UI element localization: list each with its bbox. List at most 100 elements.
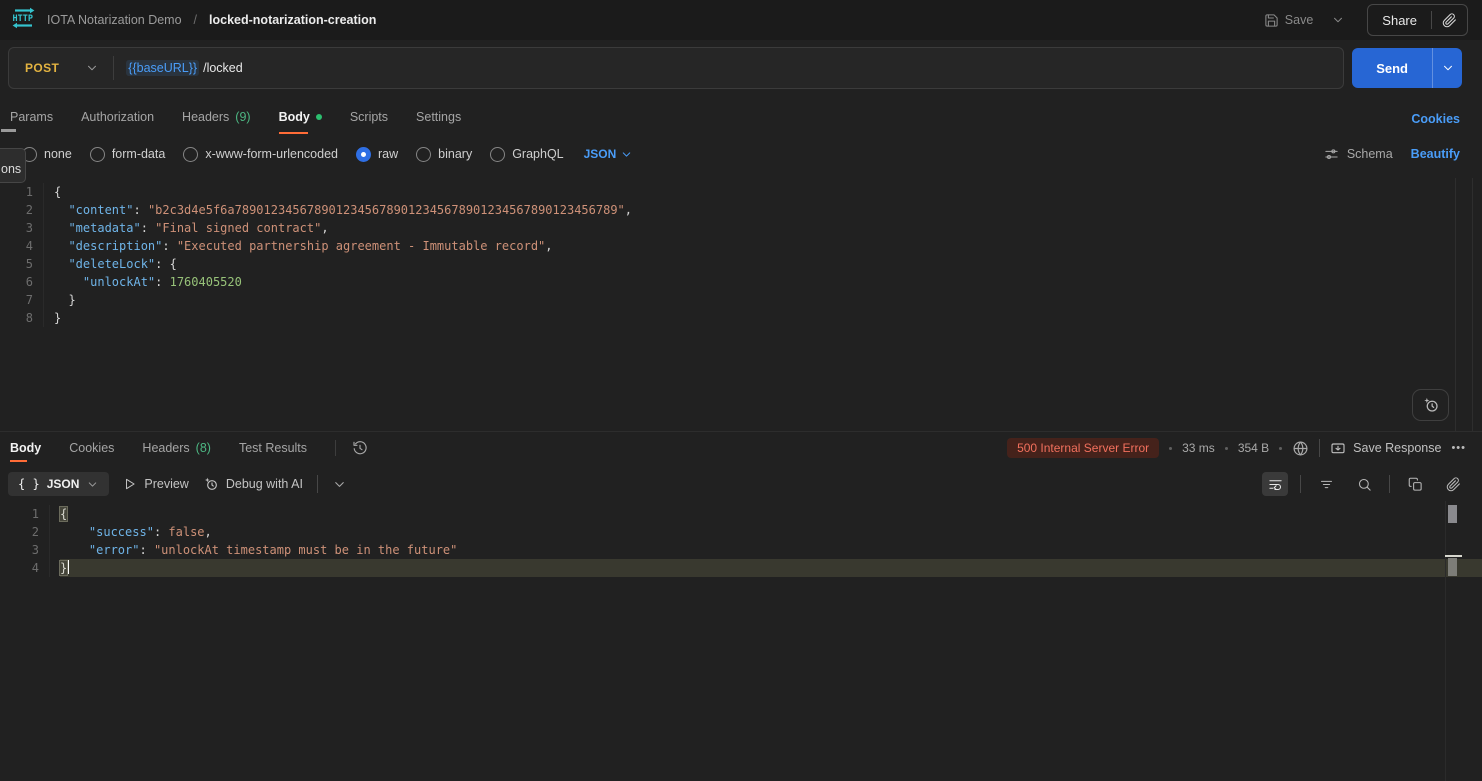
line-number: 3 <box>0 219 44 237</box>
code-line[interactable]: 2 "content": "b2c3d4e5f6a789012345678901… <box>0 201 1482 219</box>
method-url-divider <box>113 56 114 80</box>
response-tab-body[interactable]: Body <box>10 432 41 464</box>
request-editor-scrollbar[interactable] <box>1455 178 1473 431</box>
breadcrumb-collection[interactable]: IOTA Notarization Demo <box>47 13 182 27</box>
code-line[interactable]: 3 "error": "unlockAt timestamp must be i… <box>0 541 1482 559</box>
copy-link-button[interactable] <box>1432 5 1467 35</box>
headers-count: (9) <box>235 110 250 124</box>
share-button-label: Share <box>1382 13 1417 28</box>
code-line[interactable]: 3 "metadata": "Final signed contract", <box>0 219 1482 237</box>
save-response-button[interactable]: Save Response <box>1330 440 1441 456</box>
request-editor-scroll-thumb[interactable] <box>1 129 16 132</box>
base-url-variable[interactable]: {{baseURL}} <box>126 60 199 76</box>
response-size[interactable]: 354 B <box>1238 441 1269 455</box>
body-type-radio-raw[interactable]: raw <box>356 147 398 162</box>
code-line[interactable]: 2 "success": false, <box>0 523 1482 541</box>
share-button[interactable]: Share <box>1368 5 1431 35</box>
cookies-link[interactable]: Cookies <box>1411 112 1460 126</box>
line-number: 8 <box>0 309 44 327</box>
tools-divider <box>1389 475 1390 493</box>
radio-icon <box>416 147 431 162</box>
code-line[interactable]: 4 "description": "Executed partnership a… <box>0 237 1482 255</box>
code-line[interactable]: 1{ <box>0 505 1482 523</box>
code-text: } <box>54 309 1482 327</box>
response-history-icon[interactable] <box>352 440 368 456</box>
response-view-chevron[interactable] <box>332 477 347 492</box>
line-number: 4 <box>0 237 44 255</box>
copy-response-button[interactable] <box>1402 472 1428 496</box>
tooltip-text-fragment: ons <box>1 162 21 176</box>
beautify-button[interactable]: Beautify <box>1411 147 1460 161</box>
copy-link-response-button[interactable] <box>1440 472 1466 496</box>
code-line[interactable]: 7 } <box>0 291 1482 309</box>
wrap-text-button[interactable] <box>1262 472 1288 496</box>
code-line[interactable]: 1{ <box>0 183 1482 201</box>
tab-authorization[interactable]: Authorization <box>81 98 154 136</box>
send-button[interactable]: Send <box>1352 48 1432 88</box>
search-button[interactable] <box>1351 472 1377 496</box>
tab-params[interactable]: Params <box>10 98 53 136</box>
postbot-button[interactable] <box>1412 389 1449 421</box>
code-text: "deleteLock": { <box>54 255 1482 273</box>
save-button-label: Save <box>1285 13 1314 27</box>
response-status-badge[interactable]: 500 Internal Server Error <box>1007 438 1159 458</box>
method-selector[interactable]: POST <box>9 61 113 75</box>
url-path: /locked <box>203 61 243 75</box>
response-editor-scrollbar[interactable] <box>1445 501 1446 781</box>
code-line[interactable]: 8} <box>0 309 1482 327</box>
url-input[interactable]: {{baseURL}} /locked <box>126 60 242 76</box>
response-time[interactable]: 33 ms <box>1182 441 1215 455</box>
preview-button[interactable]: Preview <box>123 477 188 491</box>
code-text: "success": false, <box>60 523 1482 541</box>
body-type-radio-form-data[interactable]: form-data <box>90 147 166 162</box>
chevron-down-icon <box>1331 13 1345 27</box>
filter-icon <box>1319 477 1334 492</box>
save-options-chevron[interactable] <box>1325 7 1351 33</box>
request-body-editor[interactable]: 1{2 "content": "b2c3d4e5f6a7890123456789… <box>0 178 1482 431</box>
response-body-editor[interactable]: 1{2 "success": false,3 "error": "unlockA… <box>0 501 1482 781</box>
response-editor-scroll-thumb[interactable] <box>1448 505 1457 523</box>
body-type-bar: none form-data x-www-form-urlencoded raw… <box>0 136 1482 172</box>
tab-scripts[interactable]: Scripts <box>350 98 388 136</box>
breadcrumb-request-name[interactable]: locked-notarization-creation <box>209 13 376 27</box>
ai-sparkle-icon <box>203 476 219 492</box>
debug-with-ai-button[interactable]: Debug with AI <box>203 476 303 492</box>
tab-headers[interactable]: Headers(9) <box>182 98 251 136</box>
chevron-down-icon <box>620 148 633 161</box>
filter-button[interactable] <box>1313 472 1339 496</box>
response-tab-cookies[interactable]: Cookies <box>69 432 114 464</box>
code-text: "unlockAt": 1760405520 <box>54 273 1482 291</box>
tab-settings[interactable]: Settings <box>416 98 461 136</box>
response-more-button[interactable]: ••• <box>1451 442 1466 454</box>
body-format-selector[interactable]: JSON <box>584 147 634 161</box>
save-button[interactable]: Save <box>1258 7 1320 34</box>
url-box: POST {{baseURL}} /locked <box>8 47 1344 89</box>
line-number: 2 <box>0 201 44 219</box>
schema-button[interactable]: Schema <box>1324 147 1393 162</box>
send-options-chevron[interactable] <box>1432 48 1462 88</box>
code-line[interactable]: 6 "unlockAt": 1760405520 <box>0 273 1482 291</box>
code-line[interactable]: 5 "deleteLock": { <box>0 255 1482 273</box>
network-globe-icon[interactable] <box>1292 440 1309 457</box>
toolbar-divider <box>317 475 318 493</box>
share-button-group: Share <box>1367 4 1468 36</box>
paperclip-link-icon <box>1442 13 1457 28</box>
text-cursor <box>67 560 69 574</box>
radio-icon <box>183 147 198 162</box>
meta-separator-dot <box>1225 447 1228 450</box>
breadcrumb: HTTP IOTA Notarization Demo / locked-not… <box>10 7 376 34</box>
body-type-radio-graphql[interactable]: GraphQL <box>490 147 563 162</box>
response-tab-headers[interactable]: Headers(8) <box>142 432 211 464</box>
code-line[interactable]: 4} <box>0 559 1482 577</box>
body-type-radio-x-www-form-urlencoded[interactable]: x-www-form-urlencoded <box>183 147 338 162</box>
meta-separator-dot <box>1169 447 1172 450</box>
tab-body[interactable]: Body <box>279 98 322 136</box>
response-header: Body Cookies Headers(8) Test Results 500… <box>0 432 1482 464</box>
body-type-radio-none[interactable]: none <box>22 147 72 162</box>
copy-icon <box>1408 477 1423 492</box>
response-format-selector[interactable]: { } JSON <box>8 472 109 496</box>
meta-separator-dot <box>1279 447 1282 450</box>
response-tab-test-results[interactable]: Test Results <box>239 432 307 464</box>
code-text: "description": "Executed partnership agr… <box>54 237 1482 255</box>
body-type-radio-binary[interactable]: binary <box>416 147 472 162</box>
